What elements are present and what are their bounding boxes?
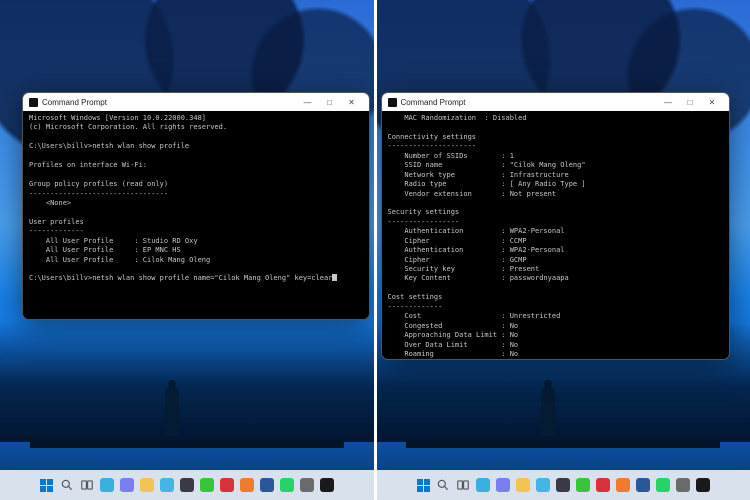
wallpaper-figure — [160, 380, 184, 440]
taskbar-whatsapp-icon[interactable] — [279, 477, 295, 493]
cmd-icon — [29, 98, 38, 107]
taskbar-search-icon[interactable] — [435, 477, 451, 493]
line: C:\Users\billv>netsh wlan show profile — [29, 142, 189, 150]
taskbar-firefox-icon[interactable] — [615, 477, 631, 493]
cmd-icon — [388, 98, 397, 107]
taskbar-chat-icon[interactable] — [495, 477, 511, 493]
line: All User Profile : Studio RD Oxy — [29, 237, 198, 245]
right-pane: Command Prompt — □ ✕ MAC Randomization :… — [377, 0, 750, 500]
line: All User Profile : EP MNC HS — [29, 246, 181, 254]
taskbar-edge-icon[interactable] — [159, 477, 175, 493]
line: Group policy profiles (read only) — [29, 180, 168, 188]
line: --------------------- — [388, 142, 477, 150]
taskbar-line-icon[interactable] — [199, 477, 215, 493]
terminal-output[interactable]: MAC Randomization : Disabled Connectivit… — [382, 111, 730, 360]
taskbar-whatsapp-icon[interactable] — [655, 477, 671, 493]
line: Roaming : No — [388, 350, 519, 358]
line: --------------------------------- — [29, 190, 168, 198]
line: Approaching Data Limit : No — [388, 331, 519, 339]
taskbar[interactable] — [377, 470, 750, 500]
line: Network type : Infrastructure — [388, 171, 569, 179]
line: C:\Users\billv>netsh wlan show profile n… — [29, 274, 332, 282]
taskbar-app-gray-icon[interactable] — [299, 477, 315, 493]
taskbar-edge-icon[interactable] — [535, 477, 551, 493]
line: Over Data Limit : No — [388, 341, 519, 349]
left-pane: Command Prompt — □ ✕ Microsoft Windows [… — [0, 0, 374, 500]
taskbar-search-icon[interactable] — [59, 477, 75, 493]
taskbar-app-gray-icon[interactable] — [675, 477, 691, 493]
taskbar-widgets-icon[interactable] — [475, 477, 491, 493]
line: SSID name : "Cilok Mang Oleng" — [388, 161, 586, 169]
line: Cost : Unrestricted — [388, 312, 561, 320]
taskbar-terminal-icon[interactable] — [319, 477, 335, 493]
taskbar-firefox-icon[interactable] — [239, 477, 255, 493]
maximize-button[interactable]: □ — [319, 98, 341, 107]
line: Cipher : CCMP — [388, 237, 527, 245]
line: Key Content : passwordnyaapa — [388, 274, 569, 282]
taskbar-file-explorer-icon[interactable] — [515, 477, 531, 493]
titlebar[interactable]: Command Prompt — □ ✕ — [23, 93, 369, 111]
wallpaper-pier — [30, 440, 344, 448]
taskbar-store-icon[interactable] — [179, 477, 195, 493]
line: ------------- — [388, 303, 443, 311]
taskbar-start-icon[interactable] — [39, 477, 55, 493]
line: Security key : Present — [388, 265, 540, 273]
wallpaper-figure — [536, 380, 560, 440]
taskbar-word-icon[interactable] — [635, 477, 651, 493]
close-button[interactable]: ✕ — [701, 98, 723, 107]
taskbar-file-explorer-icon[interactable] — [139, 477, 155, 493]
line: ------------- — [29, 227, 84, 235]
window-title: Command Prompt — [401, 98, 466, 107]
close-button[interactable]: ✕ — [341, 98, 363, 107]
line: All User Profile : Cilok Mang Oleng — [29, 256, 210, 264]
line: Authentication : WPA2-Personal — [388, 227, 565, 235]
taskbar-mcafee-icon[interactable] — [595, 477, 611, 493]
line: Cipher : GCMP — [388, 256, 527, 264]
terminal-output[interactable]: Microsoft Windows [Version 10.0.22000.34… — [23, 111, 369, 287]
line: Cost settings — [388, 293, 443, 301]
line: Cost Source : Default — [388, 359, 540, 360]
line: Authentication : WPA2-Personal — [388, 246, 565, 254]
line: Radio type : [ Any Radio Type ] — [388, 180, 586, 188]
line: Connectivity settings — [388, 133, 477, 141]
taskbar-task-view-icon[interactable] — [79, 477, 95, 493]
cursor — [332, 274, 337, 281]
line: MAC Randomization : Disabled — [388, 114, 527, 122]
taskbar-store-icon[interactable] — [555, 477, 571, 493]
taskbar-line-icon[interactable] — [575, 477, 591, 493]
line: User profiles — [29, 218, 84, 226]
taskbar-word-icon[interactable] — [259, 477, 275, 493]
command-prompt-window[interactable]: Command Prompt — □ ✕ MAC Randomization :… — [381, 92, 731, 360]
window-title: Command Prompt — [42, 98, 107, 107]
line: Security settings — [388, 208, 460, 216]
taskbar[interactable] — [0, 470, 374, 500]
taskbar-chat-icon[interactable] — [119, 477, 135, 493]
line: (c) Microsoft Corporation. All rights re… — [29, 123, 227, 131]
line: <None> — [29, 199, 71, 207]
taskbar-start-icon[interactable] — [415, 477, 431, 493]
taskbar-widgets-icon[interactable] — [99, 477, 115, 493]
line: Number of SSIDs : 1 — [388, 152, 514, 160]
minimize-button[interactable]: — — [297, 98, 319, 107]
taskbar-mcafee-icon[interactable] — [219, 477, 235, 493]
line: ----------------- — [388, 218, 460, 226]
line: Microsoft Windows [Version 10.0.22000.34… — [29, 114, 206, 122]
taskbar-task-view-icon[interactable] — [455, 477, 471, 493]
line: Profiles on interface Wi-Fi: — [29, 161, 147, 169]
line: Vendor extension : Not present — [388, 190, 557, 198]
taskbar-terminal-icon[interactable] — [695, 477, 711, 493]
titlebar[interactable]: Command Prompt — □ ✕ — [382, 93, 730, 111]
wallpaper-pier — [406, 440, 720, 448]
minimize-button[interactable]: — — [657, 98, 679, 107]
command-prompt-window[interactable]: Command Prompt — □ ✕ Microsoft Windows [… — [22, 92, 370, 320]
line: Congested : No — [388, 322, 519, 330]
maximize-button[interactable]: □ — [679, 98, 701, 107]
